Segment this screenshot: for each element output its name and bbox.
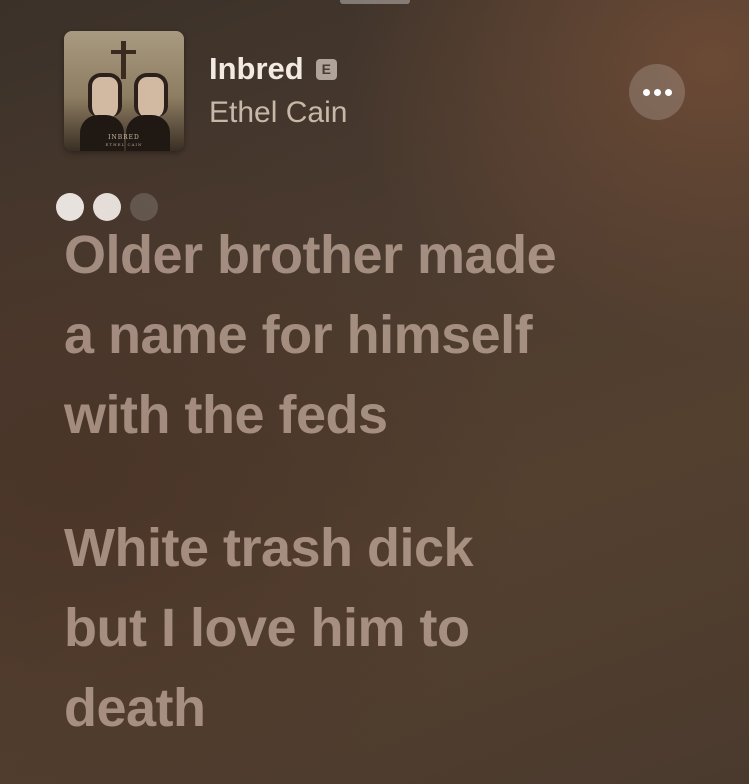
more-horizontal-icon [641,88,674,96]
album-artwork[interactable]: INBRED ETHEL CAIN [64,31,184,151]
lyric-line: death [64,678,206,738]
sheet-grabber[interactable] [340,0,410,4]
explicit-icon: E [315,58,337,80]
song-title[interactable]: Inbred [209,51,304,87]
lyric-line: with the feds [64,385,388,445]
cover-artist: ETHEL CAIN [105,142,143,147]
cross-graphic [121,41,126,79]
artist-name[interactable]: Ethel Cain [209,95,347,131]
lyric-line-group[interactable]: White trash dick but I love him to death [64,508,724,748]
cover-title: INBRED [108,134,140,141]
more-options-button[interactable] [629,64,685,120]
lyric-line: White trash dick [64,518,474,578]
lyric-line: Older brother made [64,225,557,285]
lyric-line-group[interactable]: Older brother made a name for himself wi… [64,215,724,455]
artwork-figure-right [134,73,168,117]
lyric-line: but I love him to [64,598,470,658]
lyric-line: a name for himself [64,305,533,365]
song-title-row: Inbred E [209,51,337,87]
artwork-figure-left [88,73,122,117]
